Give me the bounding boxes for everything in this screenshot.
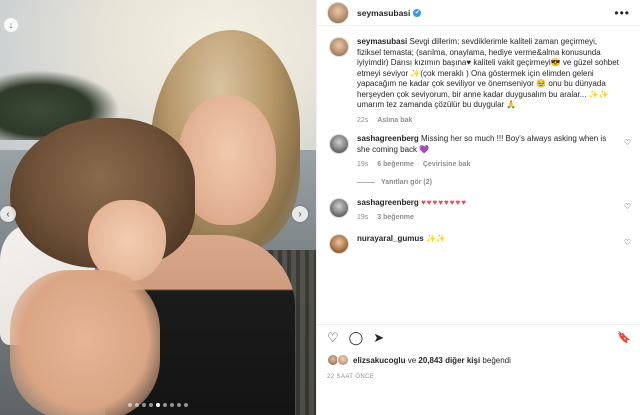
comment-username[interactable]: nurayaral_gumus — [357, 234, 424, 243]
comment-text: ♥♥♥♥♥♥♥♥ — [421, 197, 468, 207]
liker-avatar[interactable] — [337, 354, 349, 366]
carousel-dot — [184, 403, 188, 407]
author-username[interactable]: seymasubasi — [357, 8, 410, 18]
comment-like-icon[interactable]: ♡ — [624, 138, 631, 147]
post-header: seymasubasi ✔ ••• — [317, 0, 640, 26]
comments-list: seymasubasi Sevgi dillerim; sevdikleriml… — [317, 37, 640, 317]
likes-count[interactable]: 20,843 diğer kişi — [418, 356, 480, 365]
post-timestamp[interactable]: 22 SAAT ÖNCE — [327, 374, 374, 380]
comment-avatar[interactable] — [329, 134, 349, 154]
author-avatar[interactable] — [327, 1, 349, 24]
likes-summary: elizsakucoglu ve 20,843 diğer kişi beğen… — [327, 354, 511, 366]
caption-text: Sevgi dillerim; sevdiklerimle kaliteli z… — [357, 37, 619, 109]
comment-username[interactable]: sashagreenberg — [357, 134, 419, 143]
carousel-dot — [170, 403, 174, 407]
comment-like-icon[interactable]: ♡ — [624, 238, 631, 247]
carousel-dots — [0, 403, 316, 407]
comment-like-icon[interactable]: ♡ — [624, 202, 631, 211]
comment: nurayaral_gumus ✨✨ ♡ — [329, 233, 631, 254]
caption-time[interactable]: 22s — [357, 116, 368, 127]
carousel-dot — [163, 403, 167, 407]
comment: sashagreenberg Missing her so much !!! B… — [329, 134, 631, 171]
comment-icon[interactable]: ◯ — [349, 330, 364, 346]
caption: seymasubasi Sevgi dillerim; sevdikleriml… — [329, 37, 631, 126]
carousel-dot — [156, 403, 160, 407]
like-icon[interactable]: ♡ — [327, 330, 339, 346]
liker-username[interactable]: elizsakucoglu — [353, 356, 405, 365]
comment-likes[interactable]: 3 beğenme — [377, 213, 414, 224]
carousel-dot — [128, 403, 132, 407]
download-icon[interactable]: ↓ — [4, 18, 18, 32]
comment-avatar[interactable] — [329, 233, 349, 254]
comment-time[interactable]: 19s — [357, 160, 368, 171]
comment-translate-link[interactable]: Çevirisine bak — [423, 160, 470, 171]
save-icon[interactable]: 🔖 — [617, 331, 631, 344]
caption-username[interactable]: seymasubasi — [357, 37, 407, 46]
post-panel: seymasubasi ✔ ••• seymasubasi Sevgi dille… — [316, 0, 640, 415]
comment: sashagreenberg ♥♥♥♥♥♥♥♥ 19s 3 beğenme ♡ — [329, 197, 631, 224]
view-replies-label[interactable]: Yanıtları gör (2) — [381, 179, 432, 186]
carousel-dot — [177, 403, 181, 407]
post-photo[interactable]: ↓ ‹ › — [0, 0, 316, 415]
carousel-prev-button[interactable]: ‹ — [0, 206, 16, 222]
verified-badge-icon: ✔ — [413, 9, 422, 18]
see-translation-link[interactable]: Aslına bak — [377, 116, 412, 127]
carousel-dot — [135, 403, 139, 407]
caption-avatar[interactable] — [329, 37, 349, 57]
photo-arm — [10, 270, 160, 415]
likes-connector: ve — [405, 355, 419, 365]
comment-time[interactable]: 19s — [357, 213, 368, 224]
more-options-icon[interactable]: ••• — [614, 6, 630, 20]
comment-avatar[interactable] — [329, 197, 349, 218]
share-icon[interactable]: ➤ — [373, 330, 384, 346]
carousel-dot — [142, 403, 146, 407]
likes-suffix: beğendi — [480, 355, 511, 365]
carousel-next-button[interactable]: › — [292, 206, 308, 222]
view-replies[interactable]: Yanıtları gör (2) — [357, 179, 631, 186]
comment-likes[interactable]: 6 beğenme — [377, 160, 414, 171]
comment-username[interactable]: sashagreenberg — [357, 198, 419, 207]
carousel-dot — [149, 403, 153, 407]
comment-text: ✨✨ — [425, 233, 446, 243]
post-actions: ♡ ◯ ➤ 🔖 — [317, 324, 640, 350]
replies-divider — [357, 181, 375, 183]
